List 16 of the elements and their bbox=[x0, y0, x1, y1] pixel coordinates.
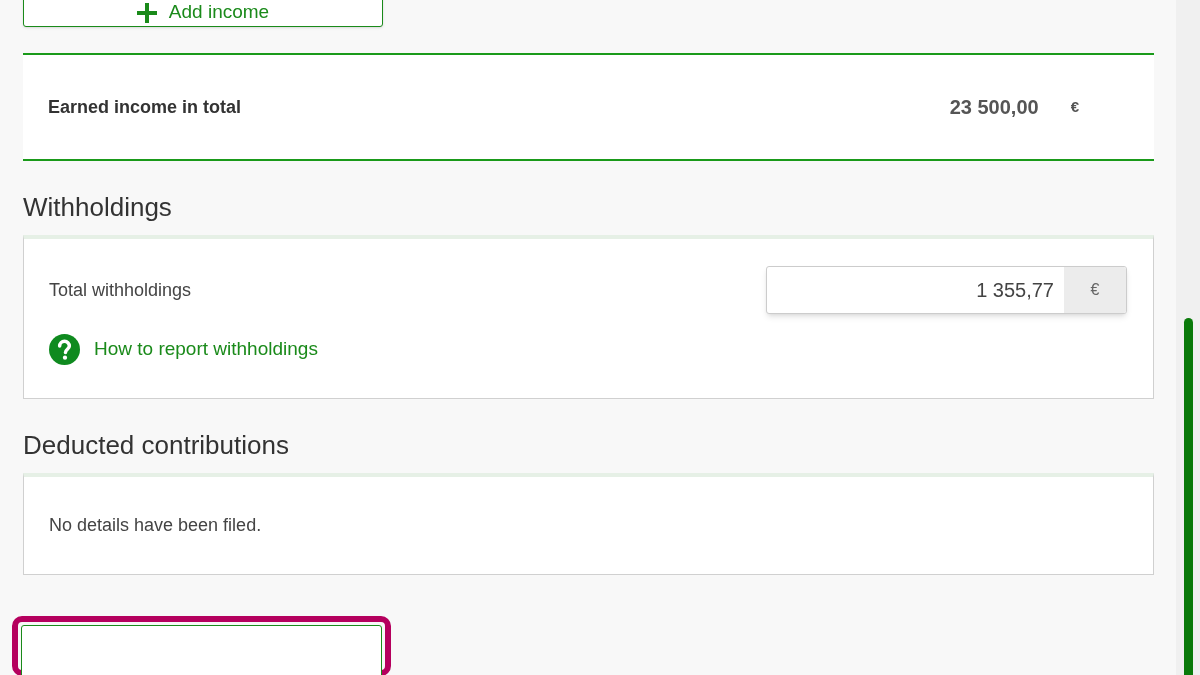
scrollbar-thumb[interactable] bbox=[1183, 318, 1193, 675]
currency-label: € bbox=[1064, 267, 1126, 313]
help-link[interactable]: How to report withholdings bbox=[94, 335, 318, 364]
next-button[interactable] bbox=[21, 625, 382, 675]
empty-message: No details have been filed. bbox=[49, 514, 262, 537]
section-heading: Deducted contributions bbox=[23, 429, 290, 461]
total-amount: 23 500,00 bbox=[949, 95, 1039, 120]
section-heading: Withholdings bbox=[23, 191, 173, 223]
amount-field[interactable]: 1 355,77 € bbox=[766, 266, 1127, 314]
field-label: Total withholdings bbox=[49, 278, 193, 302]
add-income-button[interactable]: Add income bbox=[23, 0, 383, 27]
currency-label: € bbox=[1070, 96, 1079, 117]
field-value: 1 355,77 bbox=[975, 278, 1055, 303]
total-label: Earned income in total bbox=[48, 95, 243, 119]
plus-icon bbox=[136, 3, 157, 23]
help-icon bbox=[49, 334, 80, 365]
